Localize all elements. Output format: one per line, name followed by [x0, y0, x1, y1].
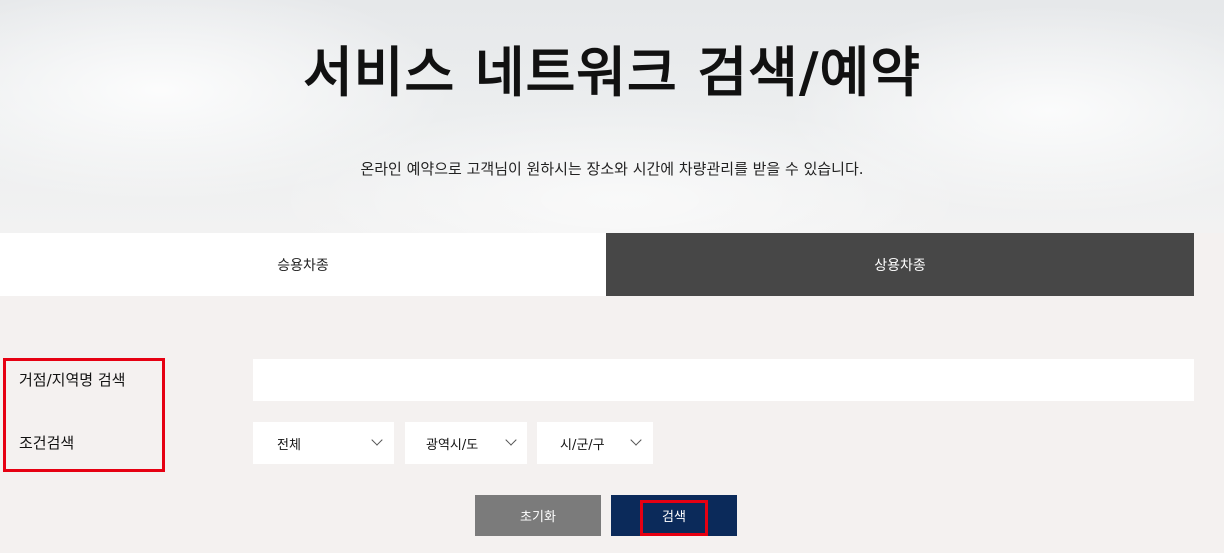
province-select[interactable]: 광역시/도 — [405, 422, 527, 464]
chevron-down-icon — [371, 434, 383, 446]
tab-passenger-vehicle[interactable]: 승용차종 — [0, 233, 606, 296]
page-title: 서비스 네트워크 검색/예약 — [303, 41, 921, 104]
province-select-value: 광역시/도 — [426, 437, 479, 453]
search-button[interactable]: 검색 — [611, 495, 737, 536]
location-search-input[interactable] — [253, 359, 1194, 401]
chevron-down-icon — [630, 434, 642, 446]
hero-banner: 서비스 네트워크 검색/예약 온라인 예약으로 고객님이 원하시는 장소와 시간… — [0, 0, 1224, 233]
chevron-down-icon — [505, 434, 517, 446]
location-search-label: 거점/지역명 검색 — [19, 371, 126, 389]
reset-button[interactable]: 초기화 — [475, 495, 601, 536]
district-select-value: 시/군/구 — [560, 437, 605, 453]
page-description: 온라인 예약으로 고객님이 원하시는 장소와 시간에 차량관리를 받을 수 있습… — [360, 160, 864, 178]
tab-commercial-vehicle[interactable]: 상용차종 — [606, 233, 1194, 296]
district-select[interactable]: 시/군/구 — [537, 422, 653, 464]
vehicle-type-tabs: 승용차종 상용차종 — [0, 233, 1194, 296]
tab-bar-spacer — [1194, 233, 1224, 296]
condition-search-label: 조건검색 — [19, 434, 75, 452]
category-select-value: 전체 — [277, 437, 301, 453]
category-select[interactable]: 전체 — [253, 422, 394, 464]
